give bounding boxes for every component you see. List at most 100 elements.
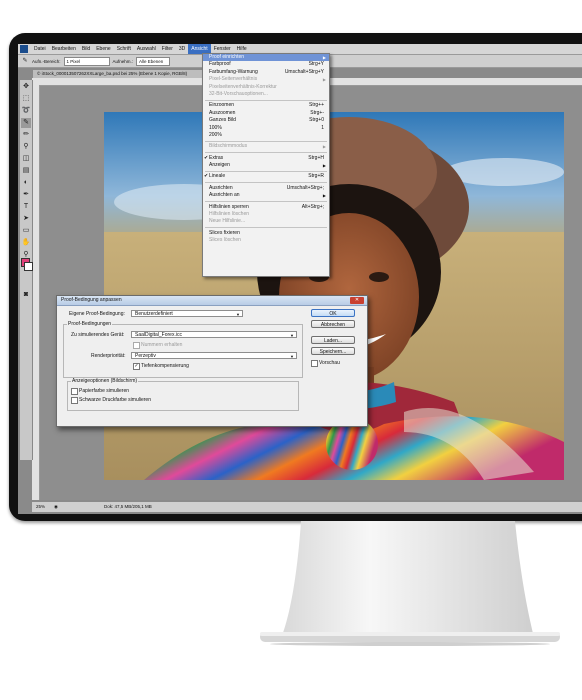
- view-menu-item: 32-Bit-Vorschauoptionen...: [203, 91, 329, 98]
- marquee-tool-icon[interactable]: ⬚: [21, 94, 31, 104]
- view-menu-item-shortcut: Strg+0: [309, 117, 324, 124]
- menu-separator: [205, 99, 327, 101]
- sample-layers-select[interactable]: Alle Ebenen: [136, 56, 171, 66]
- proof-setup-dialog: Proof-Bedingung anpassen ✕ Eigene Proof-…: [56, 295, 368, 427]
- path-select-tool-icon[interactable]: ➤: [21, 214, 31, 224]
- view-menu-item[interactable]: ✔ Extras Strg+H: [203, 155, 329, 162]
- type-tool-icon[interactable]: T: [21, 202, 31, 212]
- view-menu-item[interactable]: Slices fixieren: [203, 230, 329, 237]
- menu-3d[interactable]: 3D: [176, 44, 188, 54]
- eraser-tool-icon[interactable]: ◫: [21, 154, 31, 164]
- menu-separator: [205, 182, 327, 184]
- cancel-button[interactable]: Abbrechen: [311, 320, 355, 328]
- view-menu-item-shortcut: Umschalt+Strg+Y: [284, 68, 324, 75]
- background-color-swatch[interactable]: [24, 262, 33, 271]
- view-menu-item[interactable]: Proof einrichten ▶: [203, 54, 329, 62]
- view-menu-item[interactable]: Anzeigen ▶: [203, 162, 329, 169]
- view-menu-item[interactable]: Einzoomen Strg++: [203, 102, 329, 109]
- black-ink-checkbox[interactable]: [71, 397, 78, 404]
- view-menu-item-label: Slices löschen: [209, 237, 241, 244]
- view-menu-item-label: Lineale: [209, 173, 226, 180]
- device-select[interactable]: SaalDigital_Forex.icc ▼: [131, 331, 297, 338]
- document-size-info[interactable]: Dok: 47,5 MB/205,1 MB: [104, 502, 152, 512]
- stamp-tool-icon[interactable]: ⚲: [21, 142, 31, 152]
- move-tool-icon[interactable]: ✥: [21, 82, 31, 92]
- photoshop-window: Datei Bearbeiten Bild Ebene Schrift Ausw…: [18, 44, 582, 514]
- view-menu-item[interactable]: 100% 1: [203, 125, 329, 132]
- sample-size-select[interactable]: 1 Pixel: [63, 56, 110, 66]
- menu-bild[interactable]: Bild: [79, 44, 93, 54]
- menu-datei[interactable]: Datei: [31, 44, 49, 54]
- proof-conditions-heading: Proof-Bedingungen: [67, 321, 113, 327]
- chevron-down-icon: ▼: [236, 312, 240, 317]
- view-menu-item-label: Ganzes Bild: [209, 117, 236, 124]
- view-menu-item-label: Hilfslinien löschen: [209, 211, 250, 218]
- eyedropper-tool-icon[interactable]: ✎: [21, 56, 29, 66]
- view-menu-item: Neue Hilfslinie...: [203, 218, 329, 225]
- menu-separator: [205, 140, 327, 142]
- view-menu-item-label: Anzeigen: [209, 162, 230, 169]
- vertical-ruler[interactable]: [32, 85, 40, 500]
- view-menu-item: Slices löschen: [203, 237, 329, 244]
- view-menu-item[interactable]: Farbumfang-Warnung Umschalt+Strg+Y: [203, 69, 329, 76]
- view-menu-item-label: 200%: [209, 131, 222, 138]
- view-menu-item[interactable]: Ausrichten Umschalt+Strg+;: [203, 185, 329, 192]
- view-menu-item-shortcut: Strg++: [308, 102, 324, 109]
- quick-mask-icon[interactable]: ◙: [21, 290, 31, 300]
- chevron-down-icon: ▼: [290, 354, 294, 359]
- menu-ebene[interactable]: Ebene: [93, 44, 113, 54]
- view-menu-item-shortcut: Umschalt+Strg+;: [286, 184, 324, 191]
- save-button[interactable]: Speichern...: [311, 347, 355, 355]
- preview-checkbox[interactable]: [311, 360, 318, 367]
- shape-tool-icon[interactable]: ▭: [21, 226, 31, 236]
- menu-filter[interactable]: Filter: [159, 44, 176, 54]
- menu-bearbeiten[interactable]: Bearbeiten: [49, 44, 79, 54]
- view-menu-item-shortcut: Strg+H: [308, 154, 324, 161]
- view-menu-item-shortcut: 1: [321, 124, 324, 131]
- menu-auswahl[interactable]: Auswahl: [134, 44, 159, 54]
- zoom-level[interactable]: 25%: [36, 502, 45, 512]
- status-bar: 25% ◉ Dok: 47,5 MB/205,1 MB: [32, 501, 582, 512]
- black-point-checkbox[interactable]: ✓: [133, 363, 140, 370]
- menu-separator: [205, 227, 327, 229]
- menu-separator: [205, 152, 327, 154]
- keep-numbers-checkbox[interactable]: [133, 342, 140, 349]
- view-menu-item-label: Farbumfang-Warnung: [209, 68, 258, 75]
- view-menu-item[interactable]: Hilfslinien sperren Alt+Strg+;: [203, 204, 329, 211]
- view-menu-item-label: Ausrichten an: [209, 192, 240, 199]
- rendering-intent-value: Perzeptiv: [135, 353, 156, 359]
- sample-layers-label: Aufnehm.:: [112, 58, 134, 64]
- view-menu-item[interactable]: Auszoomen Strg+-: [203, 110, 329, 117]
- rendering-intent-label: Renderpriorität:: [91, 353, 126, 359]
- load-button[interactable]: Laden...: [311, 336, 355, 344]
- view-menu-item[interactable]: ✔ Lineale Strg+R: [203, 173, 329, 180]
- submenu-arrow-icon: ▶: [322, 55, 326, 60]
- hand-tool-icon[interactable]: ✋: [21, 238, 31, 248]
- status-arrow-icon[interactable]: ◉: [54, 502, 58, 512]
- brush-tool-icon[interactable]: ✏: [21, 130, 31, 140]
- view-menu-item-label: Farbproof: [209, 61, 231, 68]
- paper-color-checkbox[interactable]: [71, 388, 78, 395]
- submenu-arrow-icon: ▶: [322, 163, 326, 169]
- eyedropper-icon[interactable]: ✎: [21, 118, 31, 128]
- view-menu-item[interactable]: Ausrichten an ▶: [203, 192, 329, 199]
- rendering-intent-select[interactable]: Perzeptiv ▼: [131, 352, 297, 359]
- gradient-tool-icon[interactable]: ▤: [21, 166, 31, 176]
- ok-button[interactable]: OK: [311, 309, 355, 317]
- view-menu-item-shortcut: Strg+Y: [308, 61, 324, 68]
- menu-schrift[interactable]: Schrift: [114, 44, 134, 54]
- view-menu-item-shortcut: Alt+Strg+;: [301, 203, 324, 210]
- view-menu-item[interactable]: Farbproof Strg+Y: [203, 61, 329, 68]
- view-menu-item[interactable]: 200%: [203, 132, 329, 139]
- close-button[interactable]: ✕: [350, 297, 364, 304]
- pen-tool-icon[interactable]: ✒: [21, 190, 31, 200]
- submenu-arrow-icon: ▶: [322, 193, 326, 199]
- view-menu-item[interactable]: Ganzes Bild Strg+0: [203, 117, 329, 124]
- view-menu-item-label: Extras: [209, 154, 224, 161]
- keep-numbers-label: Nummern erhalten: [141, 342, 183, 348]
- dodge-tool-icon[interactable]: ◐: [21, 178, 31, 188]
- view-menu-item: Pixel-Seitenverhältnis ▶: [203, 76, 329, 83]
- custom-condition-select[interactable]: Benutzerdefiniert ▼: [131, 310, 243, 317]
- view-menu-item-label: Bildschirmmodus: [209, 143, 248, 150]
- lasso-tool-icon[interactable]: ➰: [21, 106, 31, 116]
